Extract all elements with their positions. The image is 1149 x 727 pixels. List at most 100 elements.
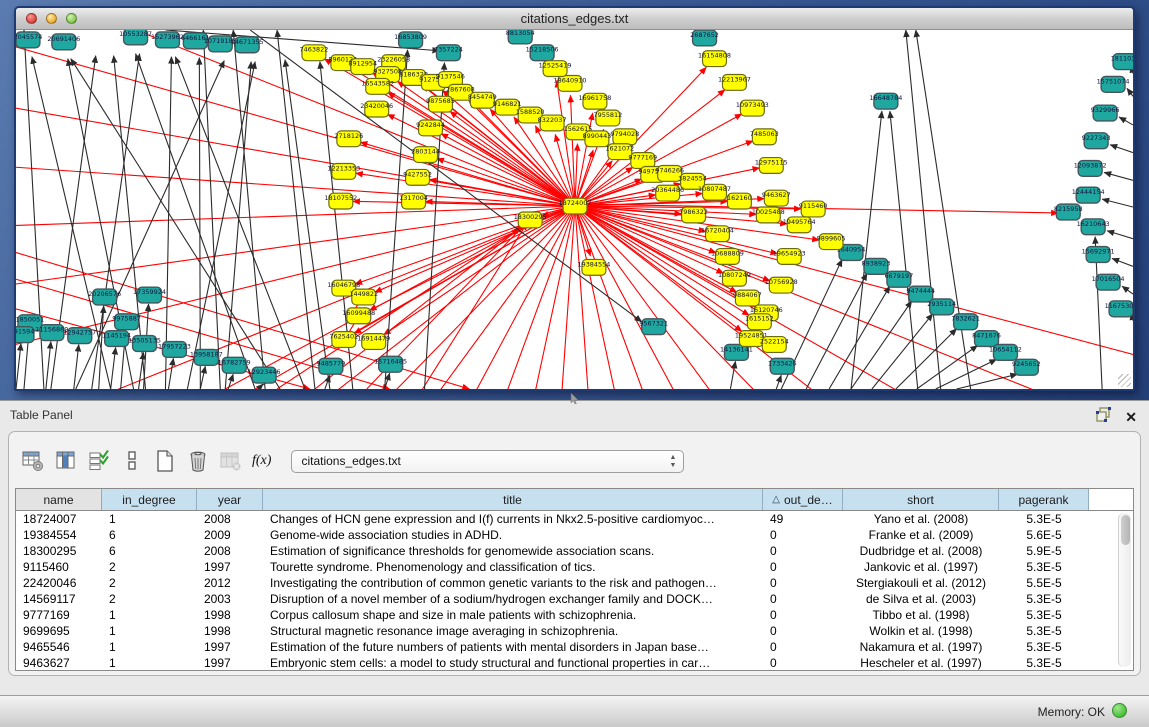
table-cell[interactable]: 2009 — [197, 527, 263, 543]
network-node[interactable]: 15751074 — [1097, 76, 1130, 92]
network-node[interactable]: 16154808 — [698, 51, 731, 67]
network-node[interactable]: 7357224 — [434, 45, 463, 61]
network-node[interactable]: 9427552 — [403, 169, 432, 185]
network-node[interactable]: 1317004 — [399, 193, 428, 209]
table-cell[interactable]: de Silva et al. (2003) — [843, 591, 999, 607]
table-cell[interactable]: 2008 — [197, 511, 263, 527]
table-cell[interactable]: 1 — [102, 623, 197, 639]
table-cell[interactable]: Embryonic stem cells: a model to study s… — [263, 655, 763, 671]
network-node[interactable]: 7955812 — [593, 110, 622, 126]
network-node[interactable]: 12093872 — [1074, 161, 1107, 177]
network-node[interactable]: 13505135 — [128, 336, 161, 352]
table-cell[interactable]: 1 — [102, 655, 197, 671]
table-cell[interactable]: Tourette syndrome. Phenomenology and cla… — [263, 559, 763, 575]
table-cell[interactable]: 0 — [763, 639, 843, 655]
network-node[interactable]: 8322037 — [538, 115, 567, 131]
network-node[interactable]: 23420046 — [360, 101, 393, 117]
network-node[interactable]: 12213353 — [327, 164, 360, 180]
table-cell[interactable]: Structural magnetic resonance image aver… — [263, 623, 763, 639]
row-select-icon[interactable] — [87, 449, 111, 473]
network-node[interactable]: 162160 — [727, 193, 752, 209]
table-cell[interactable]: 5.9E-5 — [999, 543, 1089, 559]
table-row[interactable]: 1830029562008Estimation of significance … — [16, 543, 1133, 559]
network-node[interactable]: 9567321 — [639, 319, 668, 335]
delete-trash-icon[interactable] — [186, 449, 210, 473]
table-cell[interactable]: 18300295 — [16, 543, 102, 559]
network-node[interactable]: 16853809 — [394, 32, 427, 48]
network-node[interactable]: 9329966 — [1091, 105, 1120, 121]
table-cell[interactable]: 5.6E-5 — [999, 527, 1089, 543]
table-cell[interactable]: 0 — [763, 591, 843, 607]
network-node[interactable]: 7485063 — [750, 129, 779, 145]
network-node[interactable]: 10973493 — [736, 100, 769, 116]
table-row[interactable]: 969969511998Structural magnetic resonanc… — [16, 623, 1133, 639]
memory-status-indicator[interactable] — [1112, 703, 1127, 718]
network-node[interactable]: 10553287 — [119, 30, 152, 45]
table-cell[interactable]: 2 — [102, 575, 197, 591]
network-node[interactable]: 18640910 — [554, 75, 587, 91]
network-node[interactable]: 10654112 — [989, 344, 1022, 360]
table-cell[interactable]: 2 — [102, 591, 197, 607]
network-node[interactable]: 15218506 — [526, 45, 559, 61]
table-cell[interactable]: Genome-wide association studies in ADHD. — [263, 527, 763, 543]
table-cell[interactable]: 1998 — [197, 607, 263, 623]
network-node[interactable]: 16720404 — [701, 226, 734, 242]
network-node[interactable]: 10807487 — [698, 184, 731, 200]
network-node[interactable]: 12923446 — [248, 367, 281, 383]
table-cell[interactable]: 2003 — [197, 591, 263, 607]
network-view[interactable]: 2045574206914061055328715273962646616110… — [16, 30, 1133, 389]
network-node[interactable]: 11675308 — [1105, 301, 1133, 317]
table-cell[interactable]: Corpus callosum shape and size in male p… — [263, 607, 763, 623]
window-resize-grip[interactable] — [1118, 374, 1131, 387]
scrollbar-thumb[interactable] — [1121, 515, 1130, 545]
table-cell[interactable]: 6 — [102, 527, 197, 543]
network-node[interactable]: 2718126 — [334, 131, 363, 147]
network-node[interactable]: 19654923 — [773, 249, 806, 265]
network-node[interactable]: 9899605 — [817, 234, 846, 250]
table-cell[interactable]: 9777169 — [16, 607, 102, 623]
network-node[interactable]: 18724007 — [559, 198, 592, 214]
table-cell[interactable]: Wolkin et al. (1998) — [843, 623, 999, 639]
table-cell[interactable]: 1 — [102, 511, 197, 527]
table-cell[interactable]: Changes of HCN gene expression and I(f) … — [263, 511, 763, 527]
network-node[interactable]: 2522154 — [760, 337, 789, 353]
table-row[interactable]: 977716911998Corpus callosum shape and si… — [16, 607, 1133, 623]
table-cell[interactable]: Investigating the contribution of common… — [263, 575, 763, 591]
table-row[interactable]: 946362711997Embryonic stem cells: a mode… — [16, 655, 1133, 671]
network-node[interactable]: 15273962 — [151, 32, 184, 48]
zoom-window-button[interactable] — [66, 13, 77, 24]
network-node[interactable]: 9245652 — [1012, 359, 1041, 375]
network-node[interactable]: 9975887 — [112, 314, 141, 330]
table-cell[interactable]: 5.3E-5 — [999, 607, 1089, 623]
column-header-in_degree[interactable]: in_degree — [102, 489, 197, 510]
float-panel-icon[interactable] — [1096, 407, 1111, 427]
network-node[interactable]: 15716485 — [374, 356, 407, 372]
table-cell[interactable]: 19384554 — [16, 527, 102, 543]
network-node[interactable]: 12444154 — [1072, 187, 1105, 203]
table-row[interactable]: 1456911722003Disruption of a novel membe… — [16, 591, 1133, 607]
table-cell[interactable]: 5.5E-5 — [999, 575, 1089, 591]
network-node[interactable]: 18300295 — [514, 212, 547, 228]
network-node[interactable]: 6679197 — [884, 271, 913, 287]
table-cell[interactable]: Yano et al. (2008) — [843, 511, 999, 527]
table-cell[interactable]: Tibbo et al. (1998) — [843, 607, 999, 623]
network-node[interactable]: 12942757 — [63, 328, 96, 344]
table-cell[interactable]: 5.3E-5 — [999, 623, 1089, 639]
table-cell[interactable]: Dudbridge et al. (2008) — [843, 543, 999, 559]
column-header-year[interactable]: year — [197, 489, 263, 510]
network-node[interactable]: 16961758 — [578, 93, 611, 109]
table-mode-icon[interactable] — [21, 449, 45, 473]
table-cell[interactable]: 1998 — [197, 623, 263, 639]
network-node[interactable]: 16648784 — [869, 93, 902, 109]
table-cell[interactable]: 0 — [763, 559, 843, 575]
network-node[interactable]: 391594 — [16, 327, 34, 343]
table-cell[interactable]: 49 — [763, 511, 843, 527]
network-node[interactable]: 19384554 — [577, 259, 610, 275]
table-cell[interactable]: Hescheler et al. (1997) — [843, 655, 999, 671]
table-cell[interactable]: 0 — [763, 607, 843, 623]
table-cell[interactable]: 6 — [102, 543, 197, 559]
network-node[interactable]: 12213967 — [718, 75, 751, 91]
network-canvas[interactable]: 2045574206914061055328715273962646616110… — [16, 30, 1133, 389]
network-node[interactable]: 15692971 — [1082, 247, 1115, 263]
network-node[interactable]: 2045574 — [16, 32, 42, 48]
